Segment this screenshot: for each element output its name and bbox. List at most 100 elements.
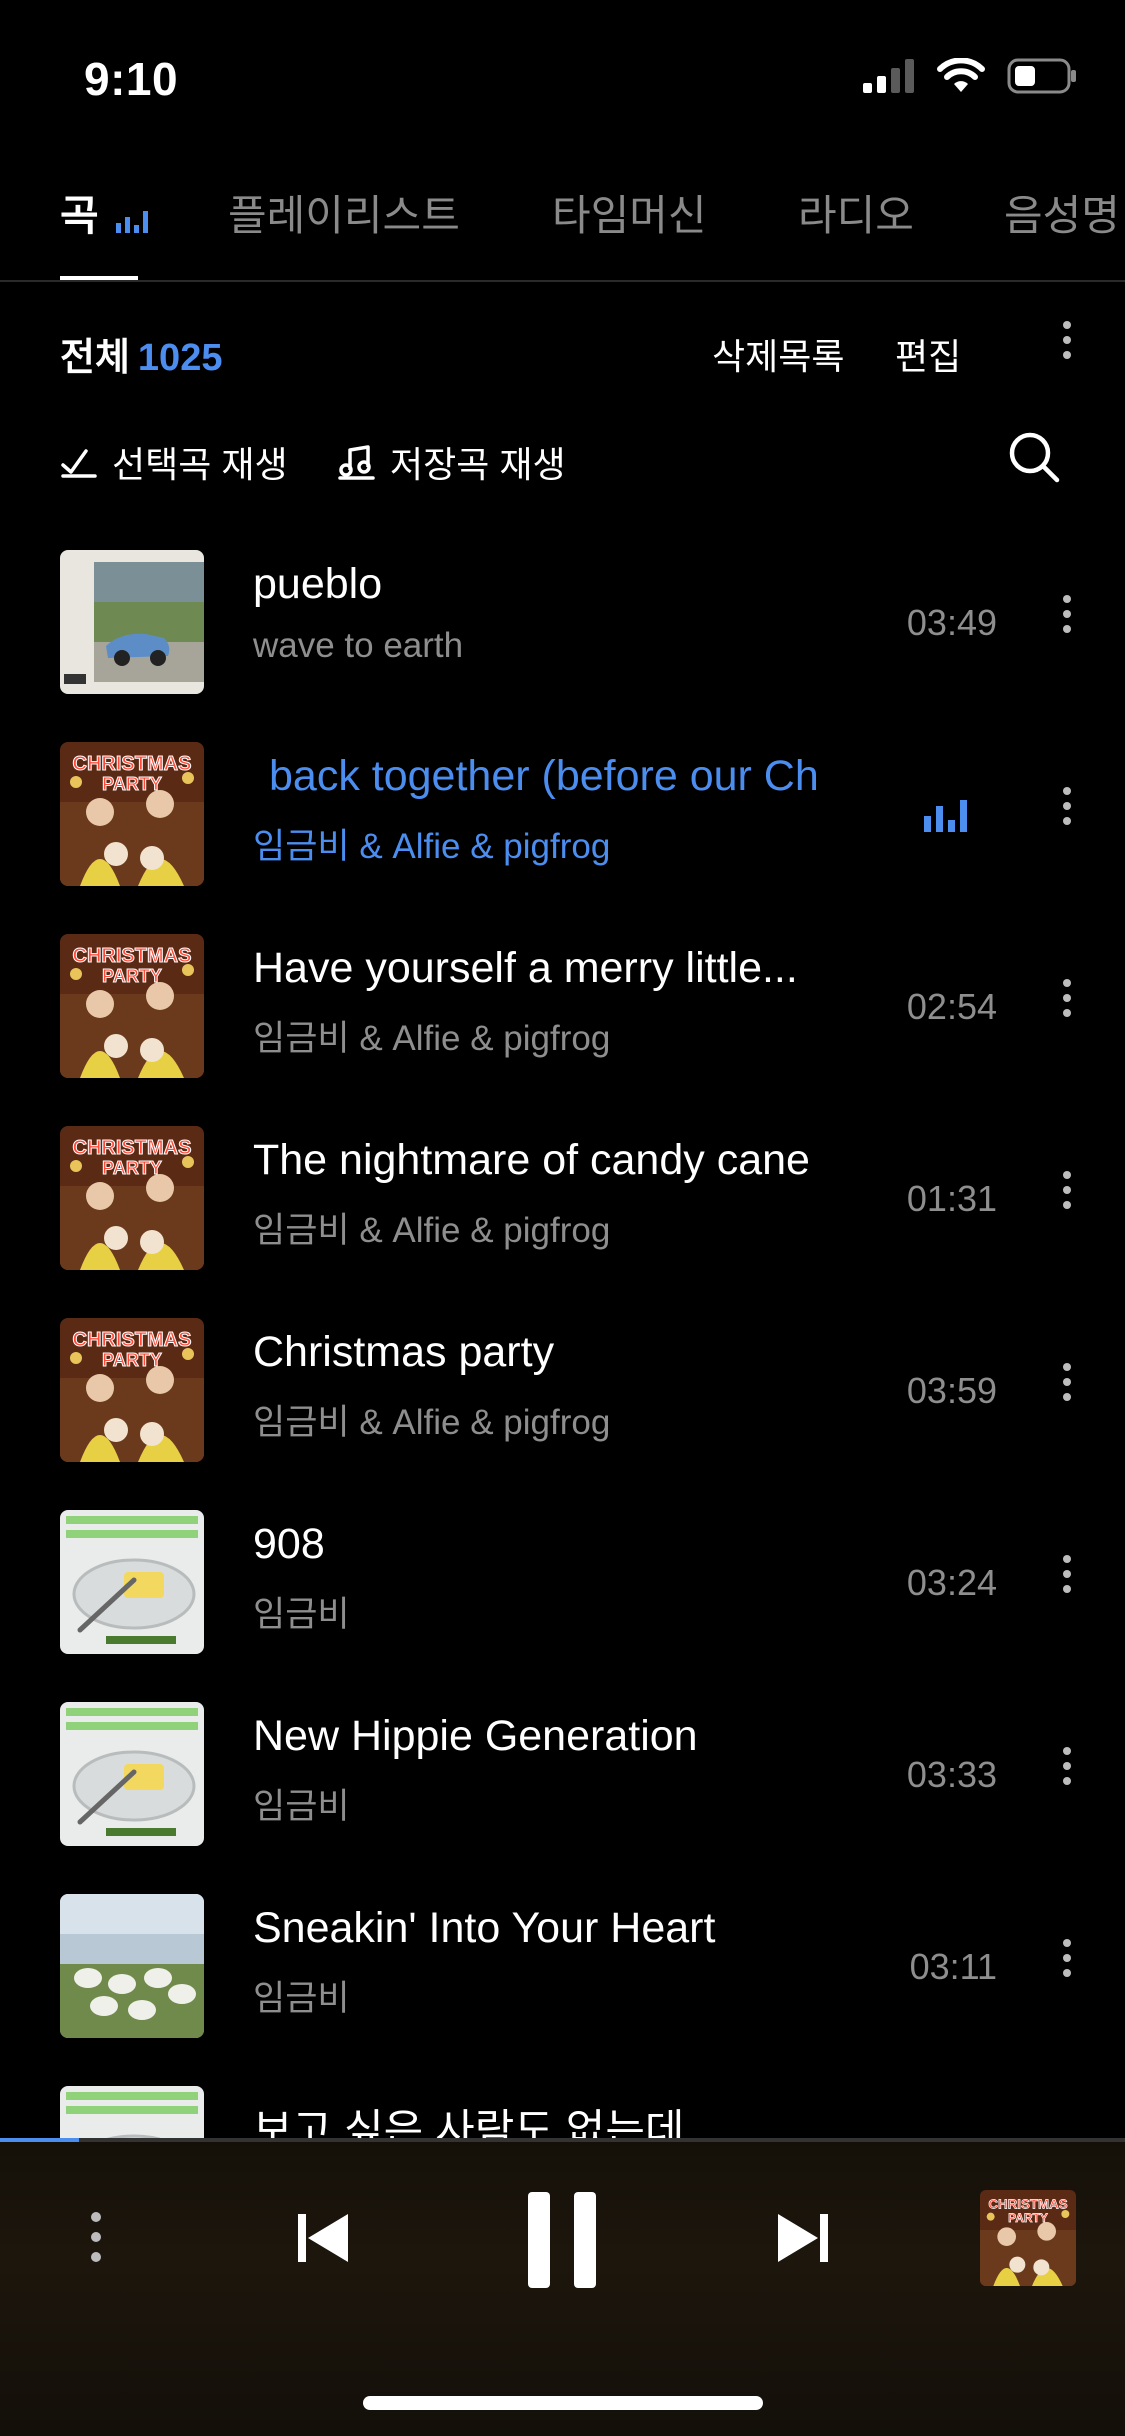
song-title: The nightmare of candy cane xyxy=(253,1136,810,1184)
song-title: 908 xyxy=(253,1520,325,1568)
home-indicator xyxy=(363,2396,763,2410)
deleted-list-button[interactable]: 삭제목록 xyxy=(712,328,844,380)
battery-icon xyxy=(1007,58,1076,94)
song-more-icon[interactable] xyxy=(1047,972,1087,1042)
song-duration: 03:49 xyxy=(906,602,997,643)
music-note-icon xyxy=(338,445,375,480)
svg-text:PARTY: PARTY xyxy=(102,774,162,794)
more-options-icon[interactable] xyxy=(1047,314,1087,384)
song-row[interactable]: CHRISTMAS PARTY Have yourself a merry li… xyxy=(0,934,1125,1126)
album-art[interactable] xyxy=(60,1510,204,1654)
album-art[interactable]: CHRISTMAS PARTY xyxy=(60,1318,204,1462)
album-art[interactable]: CHRISTMAS PARTY xyxy=(60,742,204,886)
playback-progress-fill xyxy=(0,2138,79,2142)
song-artist: 임금비 & Alfie & pigfrog xyxy=(253,1211,611,1250)
playback-progress[interactable] xyxy=(0,2138,1125,2142)
tab-active-indicator xyxy=(60,276,138,280)
song-duration: 01:31 xyxy=(906,1178,997,1219)
svg-text:CHRISTMAS: CHRISTMAS xyxy=(988,2197,1067,2212)
song-row[interactable]: CHRISTMAS PARTY back together (before ou… xyxy=(0,742,1125,934)
song-more-icon[interactable] xyxy=(1047,588,1087,658)
edit-button[interactable]: 편집 xyxy=(895,328,961,380)
song-row[interactable]: CHRISTMAS PARTY The nightmare of candy c… xyxy=(0,1126,1125,1318)
tab-radio[interactable]: 라디오 xyxy=(798,182,914,243)
total-label: 전체 xyxy=(60,337,130,379)
song-title: 보고 싶은 사람도 없는데 xyxy=(253,2107,685,2140)
svg-text:CHRISTMAS: CHRISTMAS xyxy=(73,1329,192,1351)
signal-icon xyxy=(863,59,914,93)
song-title: Christmas party xyxy=(253,1328,555,1376)
tab-songs-label: 곡 xyxy=(60,192,99,239)
song-artist: 임금비 xyxy=(253,1595,350,1634)
play-selected-button[interactable]: 선택곡 재생 xyxy=(60,436,288,488)
album-art[interactable]: CHRISTMAS PARTY xyxy=(60,934,204,1078)
player-menu-icon[interactable] xyxy=(76,2202,116,2272)
song-duration: 03:11 xyxy=(909,1946,997,1987)
play-saved-label: 저장곡 재생 xyxy=(390,444,566,485)
svg-text:PARTY: PARTY xyxy=(102,1350,162,1370)
song-artist: 임금비 xyxy=(253,1787,350,1826)
song-more-icon[interactable] xyxy=(1047,1356,1087,1426)
list-toolbar: 전체 1025 삭제목록 편집 xyxy=(0,310,1125,390)
now-playing-equalizer-icon xyxy=(924,800,967,832)
song-title: pueblo xyxy=(253,560,383,608)
song-more-icon[interactable] xyxy=(1047,1548,1087,1618)
album-art[interactable] xyxy=(60,550,204,694)
song-artist: wave to earth xyxy=(253,626,464,665)
play-selected-label: 선택곡 재생 xyxy=(112,444,288,485)
now-playing-art[interactable]: CHRISTMAS PARTY xyxy=(980,2190,1076,2286)
song-row[interactable]: Sneakin' Into Your Heart 임금비 03:11 xyxy=(0,1894,1125,2086)
svg-text:PARTY: PARTY xyxy=(102,966,162,986)
song-title: Have yourself a merry little... xyxy=(253,944,798,992)
svg-text:PARTY: PARTY xyxy=(102,1158,162,1178)
status-time: 9:10 xyxy=(84,53,179,105)
song-title: Sneakin' Into Your Heart xyxy=(253,1904,716,1952)
album-art[interactable] xyxy=(60,1894,204,2038)
tab-songs[interactable]: 곡 xyxy=(60,182,150,243)
play-actions: 선택곡 재생 저장곡 재생 xyxy=(0,420,1125,500)
svg-text:CHRISTMAS: CHRISTMAS xyxy=(73,1137,192,1159)
song-duration: 03:59 xyxy=(906,1370,997,1411)
total-count: 1025 xyxy=(137,337,223,379)
song-more-icon[interactable] xyxy=(1047,1932,1087,2002)
song-artist: 임금비 xyxy=(253,1979,350,2018)
song-more-icon[interactable] xyxy=(1047,780,1087,850)
total-summary: 전체 1025 xyxy=(60,326,222,381)
song-duration: 02:54 xyxy=(906,986,997,1027)
song-row[interactable]: 908 임금비 03:24 xyxy=(0,1510,1125,1702)
search-icon[interactable] xyxy=(1007,430,1061,484)
song-title: back together (before our Ch xyxy=(269,752,819,800)
tab-bar: 곡 플레이리스트 타임머신 라디오 음성명 xyxy=(0,160,1125,282)
song-duration: 03:33 xyxy=(906,1754,997,1795)
album-art[interactable] xyxy=(60,2086,204,2140)
check-icon xyxy=(61,449,97,478)
svg-text:CHRISTMAS: CHRISTMAS xyxy=(73,945,192,967)
song-duration: 03:24 xyxy=(906,1562,997,1603)
song-artist: 임금비 & Alfie & pigfrog xyxy=(253,827,611,866)
equalizer-icon xyxy=(116,210,149,233)
mini-player: CHRISTMAS PARTY xyxy=(0,2138,1125,2436)
tab-timemachine[interactable]: 타임머신 xyxy=(552,182,707,243)
tab-voice[interactable]: 음성명 xyxy=(1004,182,1120,243)
status-bar: 9:10 xyxy=(0,0,1125,160)
song-row[interactable]: CHRISTMAS PARTY Christmas party 임금비 & Alf… xyxy=(0,1318,1125,1510)
play-saved-button[interactable]: 저장곡 재생 xyxy=(338,436,566,488)
next-icon[interactable] xyxy=(774,2210,830,2266)
album-art[interactable] xyxy=(60,1702,204,1846)
album-art[interactable]: CHRISTMAS PARTY xyxy=(60,1126,204,1270)
song-more-icon[interactable] xyxy=(1047,1164,1087,1234)
song-row[interactable]: New Hippie Generation 임금비 03:33 xyxy=(0,1702,1125,1894)
previous-icon[interactable] xyxy=(296,2210,352,2266)
svg-text:PARTY: PARTY xyxy=(1008,2211,1048,2225)
song-more-icon[interactable] xyxy=(1047,1740,1087,1810)
song-row[interactable]: pueblo wave to earth 03:49 xyxy=(0,550,1125,742)
song-title: New Hippie Generation xyxy=(253,1712,698,1760)
song-artist: 임금비 & Alfie & pigfrog xyxy=(253,1403,611,1442)
pause-icon[interactable] xyxy=(524,2192,600,2288)
song-list: pueblo wave to earth 03:49 CHRISTMAS PARTY… xyxy=(0,550,1125,2140)
status-icons xyxy=(863,58,1077,94)
svg-text:CHRISTMAS: CHRISTMAS xyxy=(73,753,192,775)
tab-playlist[interactable]: 플레이리스트 xyxy=(228,182,460,243)
song-artist: 임금비 & Alfie & pigfrog xyxy=(253,1019,611,1058)
song-row[interactable]: 보고 싶은 사람도 없는데 xyxy=(0,2086,1125,2140)
